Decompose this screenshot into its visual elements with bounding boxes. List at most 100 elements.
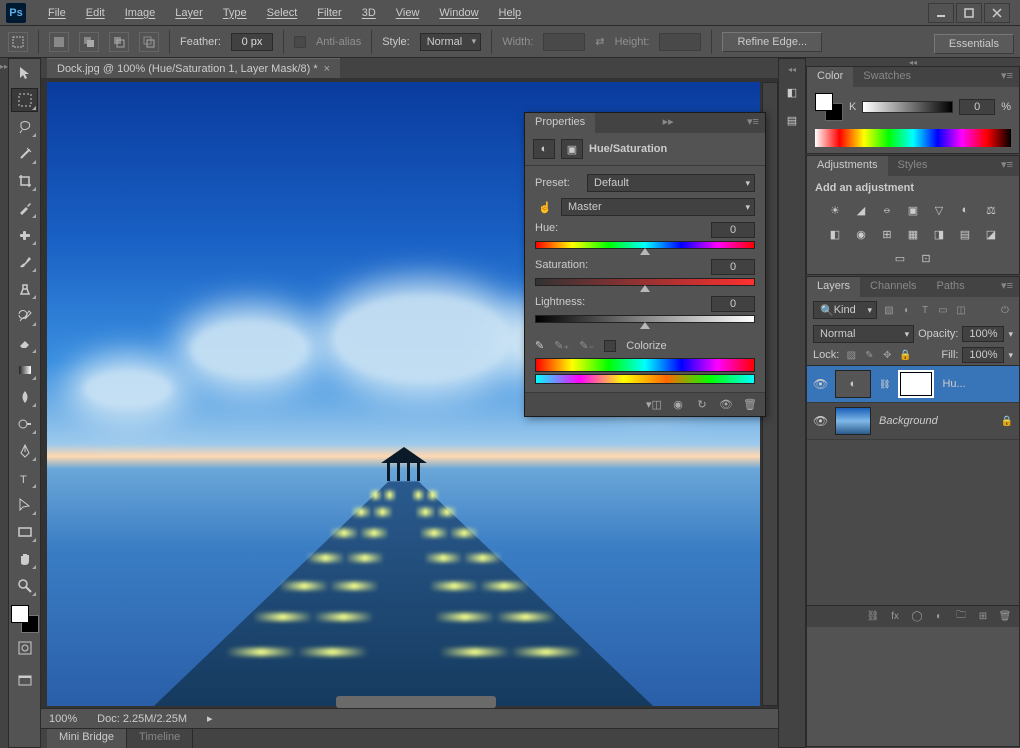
lock-position-icon[interactable]: ✥ <box>879 347 895 363</box>
tab-color[interactable]: Color <box>807 67 853 87</box>
menu-filter[interactable]: Filter <box>307 4 351 22</box>
blur-tool[interactable] <box>11 385 38 409</box>
menu-select[interactable]: Select <box>257 4 308 22</box>
rectangle-tool[interactable] <box>11 520 38 544</box>
horizontal-scrollbar[interactable] <box>336 696 496 708</box>
properties-panel-menu[interactable]: ▾≡ <box>741 113 765 133</box>
preset-dropdown[interactable]: Default <box>587 174 755 192</box>
brightness-contrast-icon[interactable]: ☀ <box>824 200 846 220</box>
eyedropper-icon[interactable]: ✎ <box>535 339 544 352</box>
lightness-input[interactable] <box>711 296 755 312</box>
lock-all-icon[interactable]: 🔒 <box>897 347 913 363</box>
selection-add-icon[interactable] <box>79 32 99 52</box>
history-panel-icon[interactable]: ◧ <box>781 82 803 102</box>
channel-dropdown[interactable]: Master <box>561 198 755 216</box>
lock-transparent-icon[interactable]: ▧ <box>843 347 859 363</box>
magic-wand-tool[interactable] <box>11 142 38 166</box>
layer-filter-kind[interactable]: 🔍 Kind <box>813 301 877 319</box>
rectangular-marquee-tool[interactable] <box>11 88 38 112</box>
hue-saturation-icon[interactable]: ◐ <box>954 200 976 220</box>
color-spectrum[interactable] <box>815 129 1011 147</box>
filter-pixel-icon[interactable]: ▧ <box>881 302 897 318</box>
black-white-icon[interactable]: ◧ <box>824 224 846 244</box>
colorize-checkbox[interactable] <box>604 340 616 352</box>
tab-swatches[interactable]: Swatches <box>853 67 921 87</box>
actions-panel-icon[interactable]: ▤ <box>781 110 803 130</box>
tab-timeline[interactable]: Timeline <box>127 729 193 748</box>
k-input[interactable] <box>959 99 995 115</box>
menu-type[interactable]: Type <box>213 4 257 22</box>
zoom-level[interactable]: 100% <box>49 713 77 725</box>
posterize-icon[interactable]: ▤ <box>954 224 976 244</box>
toggle-visibility-icon[interactable]: 👁 <box>717 397 735 413</box>
color-panel-menu[interactable]: ▾≡ <box>995 67 1019 87</box>
dodge-tool[interactable] <box>11 412 38 436</box>
foreground-color[interactable] <box>11 605 29 623</box>
color-mini-swatch[interactable] <box>815 93 843 121</box>
tab-mini-bridge[interactable]: Mini Bridge <box>47 729 127 748</box>
hue-slider[interactable] <box>535 241 755 249</box>
layer-mask-thumbnail[interactable] <box>898 370 934 398</box>
levels-icon[interactable]: ◢ <box>850 200 872 220</box>
clone-stamp-tool[interactable] <box>11 277 38 301</box>
document-tab[interactable]: Dock.jpg @ 100% (Hue/Saturation 1, Layer… <box>47 58 340 78</box>
hue-range-bar-top[interactable] <box>535 358 755 372</box>
screen-mode-toggle[interactable] <box>11 669 38 693</box>
properties-collapse-icon[interactable]: ▸▸ <box>657 113 680 133</box>
link-layers-icon[interactable]: ⛓ <box>865 609 881 625</box>
tab-layers[interactable]: Layers <box>807 277 860 297</box>
new-group-icon[interactable]: 🗀 <box>953 609 969 625</box>
channel-mixer-icon[interactable]: ⊞ <box>876 224 898 244</box>
layer-visibility-icon[interactable]: 👁 <box>813 377 827 391</box>
selection-subtract-icon[interactable] <box>109 32 129 52</box>
filter-adjustment-icon[interactable]: ◐ <box>899 302 915 318</box>
gradient-tool[interactable] <box>11 358 38 382</box>
saturation-slider[interactable] <box>535 278 755 286</box>
delete-layer-icon[interactable]: 🗑 <box>997 609 1013 625</box>
menu-window[interactable]: Window <box>429 4 488 22</box>
tab-styles[interactable]: Styles <box>888 156 938 176</box>
adjustment-icon[interactable]: ◐ <box>533 139 555 159</box>
selection-intersect-icon[interactable] <box>139 32 159 52</box>
fill-dropdown-icon[interactable]: ▾ <box>1008 350 1013 361</box>
adjustment-thumbnail[interactable]: ◐ <box>835 370 871 398</box>
new-layer-icon[interactable]: ⊞ <box>975 609 991 625</box>
layer-name[interactable]: Background <box>879 415 993 427</box>
tool-preset-icon[interactable] <box>8 32 28 52</box>
photo-filter-icon[interactable]: ◉ <box>850 224 872 244</box>
gradient-map-icon[interactable]: ▭ <box>889 248 911 268</box>
fill-input[interactable]: 100% <box>962 347 1004 363</box>
add-mask-icon[interactable]: ◯ <box>909 609 925 625</box>
status-expand-icon[interactable]: ▸ <box>207 712 213 725</box>
tab-paths[interactable]: Paths <box>927 277 975 297</box>
filter-shape-icon[interactable]: ▭ <box>935 302 951 318</box>
layer-item-background[interactable]: 👁 Background 🔒 <box>807 403 1019 440</box>
layer-item-hue-saturation[interactable]: 👁 ◐ ⛓ Hu... <box>807 366 1019 403</box>
clip-to-layer-icon[interactable]: ▾◫ <box>645 397 663 413</box>
filter-smart-icon[interactable]: ◫ <box>953 302 969 318</box>
eyedropper-tool[interactable] <box>11 196 38 220</box>
k-slider[interactable] <box>862 101 953 113</box>
crop-tool[interactable] <box>11 169 38 193</box>
style-dropdown[interactable]: Normal <box>420 33 481 51</box>
path-selection-tool[interactable] <box>11 493 38 517</box>
hue-input[interactable] <box>711 222 755 238</box>
window-close-button[interactable] <box>984 3 1010 23</box>
tab-properties[interactable]: Properties <box>525 113 595 133</box>
menu-file[interactable]: File <box>38 4 76 22</box>
menu-edit[interactable]: Edit <box>76 4 115 22</box>
blend-mode-dropdown[interactable]: Normal <box>813 325 914 343</box>
brush-tool[interactable] <box>11 250 38 274</box>
mask-icon[interactable]: ▣ <box>561 139 583 159</box>
type-tool[interactable]: T <box>11 466 38 490</box>
dock-collapse[interactable]: ◂◂ <box>909 58 917 66</box>
lock-pixels-icon[interactable]: ✎ <box>861 347 877 363</box>
layer-name[interactable]: Hu... <box>942 378 1013 390</box>
filter-type-icon[interactable]: T <box>917 302 933 318</box>
new-adjustment-icon[interactable]: ◐ <box>931 609 947 625</box>
layer-visibility-icon[interactable]: 👁 <box>813 414 827 428</box>
window-minimize-button[interactable] <box>928 3 954 23</box>
color-swatch[interactable] <box>11 605 39 633</box>
curves-icon[interactable]: ⦵ <box>876 200 898 220</box>
move-tool[interactable] <box>11 61 38 85</box>
